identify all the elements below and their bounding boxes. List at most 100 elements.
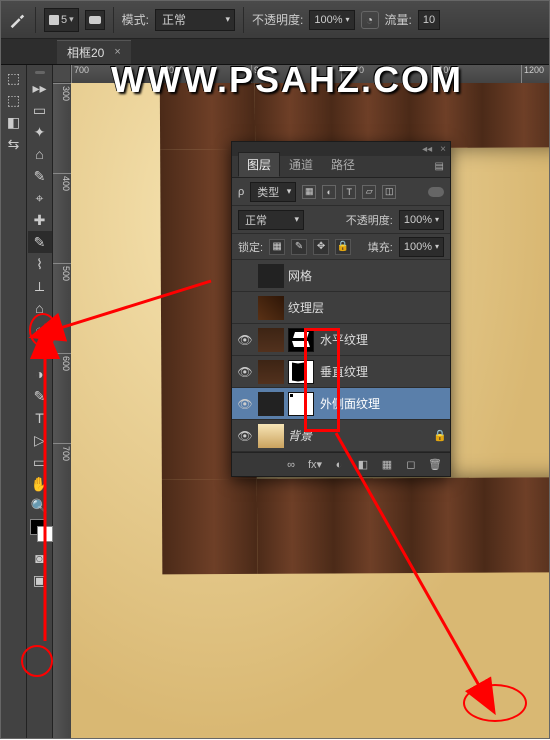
layer-thumbnail[interactable] <box>258 296 284 320</box>
tool-button[interactable]: 🔍 <box>28 495 52 517</box>
lock-all-icon[interactable]: 🔒 <box>335 239 351 255</box>
search-icon[interactable]: ρ <box>238 186 244 198</box>
lock-position-icon[interactable]: ✥ <box>313 239 329 255</box>
ruler-vertical[interactable]: 300400500600700 <box>53 83 71 738</box>
filter-type-icon[interactable]: T <box>342 185 356 199</box>
collapse-icon[interactable]: ◂◂ <box>422 144 432 155</box>
tool-button[interactable]: ▭ <box>28 451 52 473</box>
tool-button[interactable]: ▸▸ <box>28 77 52 99</box>
options-bar: 5 ▾ 模式: 正常 不透明度: 100%▾ ◔ 流量: 10 <box>1 1 549 39</box>
tool-button[interactable]: ⌖ <box>28 187 52 209</box>
layer-name[interactable]: 水平纹理 <box>320 331 450 348</box>
lock-transparency-icon[interactable]: ▦ <box>269 239 285 255</box>
tool-button[interactable]: ⟂ <box>28 275 52 297</box>
visibility-toggle[interactable]: 👁 <box>232 365 258 379</box>
layer-row[interactable]: 👁 水平纹理 <box>232 324 450 356</box>
layers-panel[interactable]: ◂◂× 图层 通道 路径 ▤ ρ 类型 ▦ ◐ T ▱ ◫ 正常 不透明度: 1… <box>231 141 451 477</box>
lock-icon: 🔒 <box>430 429 450 442</box>
opacity-value[interactable]: 100%▾ <box>309 10 354 30</box>
layer-name[interactable]: 纹理层 <box>288 299 450 316</box>
visibility-toggle[interactable]: 👁 <box>232 397 258 411</box>
tool-button[interactable]: ✎ <box>28 165 52 187</box>
tool-button[interactable]: ▷ <box>28 429 52 451</box>
layer-thumbnail[interactable] <box>258 328 284 352</box>
layer-mask-thumbnail[interactable] <box>288 328 314 352</box>
close-icon[interactable]: × <box>114 46 120 58</box>
fill-value[interactable]: 100%▾ <box>399 237 444 257</box>
document-tab[interactable]: 相框20 × <box>57 40 131 64</box>
screenmode-button[interactable]: ▣ <box>28 569 52 591</box>
tool-button[interactable]: ◌ <box>28 319 52 341</box>
panel-icon[interactable]: ◧ <box>2 111 26 133</box>
layer-thumbnail[interactable] <box>258 424 284 448</box>
tool-button[interactable]: ✎ <box>28 385 52 407</box>
layer-blend-dropdown[interactable]: 正常 <box>238 210 304 230</box>
layers-footer-button[interactable]: ∞ <box>284 458 298 472</box>
layer-opacity-value[interactable]: 100%▾ <box>399 210 444 230</box>
layers-footer-button[interactable]: ▦ <box>380 458 394 472</box>
filter-kind-dropdown[interactable]: 类型 <box>250 182 296 202</box>
layer-thumbnail[interactable] <box>258 264 284 288</box>
photoshop-window: 5 ▾ 模式: 正常 不透明度: 100%▾ ◔ 流量: 10 相框20 × ⬚… <box>0 0 550 739</box>
layer-name[interactable]: 背景 <box>288 427 430 444</box>
filter-adjust-icon[interactable]: ◐ <box>322 185 336 199</box>
layers-footer-button[interactable]: ◻ <box>404 458 418 472</box>
layer-mask-thumbnail[interactable] <box>288 360 314 384</box>
layer-row[interactable]: 👁 外侧面纹理 <box>232 388 450 420</box>
layer-thumbnail[interactable] <box>258 392 284 416</box>
panel-icon[interactable]: ⬚ <box>2 67 26 89</box>
pressure-opacity-icon[interactable]: ◔ <box>361 11 379 29</box>
ruler-origin[interactable] <box>53 65 71 83</box>
lock-pixels-icon[interactable]: ✎ <box>291 239 307 255</box>
flow-value[interactable]: 10 <box>418 10 440 30</box>
blend-mode-dropdown[interactable]: 正常 <box>155 9 235 31</box>
filter-toggle[interactable] <box>428 187 444 197</box>
layers-footer-button[interactable]: ◐ <box>332 458 346 472</box>
filter-pixel-icon[interactable]: ▦ <box>302 185 316 199</box>
panel-menu-icon[interactable]: ▤ <box>429 161 450 172</box>
tool-button[interactable]: ⌇ <box>28 253 52 275</box>
visibility-toggle[interactable]: 👁 <box>232 429 258 443</box>
layers-footer-button[interactable]: 🗑 <box>428 458 442 472</box>
layers-footer-button[interactable]: fx▾ <box>308 458 322 472</box>
layer-row[interactable]: 👁 垂直纹理 <box>232 356 450 388</box>
filter-shape-icon[interactable]: ▱ <box>362 185 376 199</box>
layer-thumbnail[interactable] <box>258 360 284 384</box>
tool-button[interactable]: ◑ <box>28 363 52 385</box>
filter-smart-icon[interactable]: ◫ <box>382 185 396 199</box>
layer-row[interactable]: 纹理层 <box>232 292 450 324</box>
panel-grip[interactable] <box>28 67 52 77</box>
ruler-horizontal[interactable]: 700800900100011001200 <box>71 65 549 83</box>
tool-button[interactable]: T <box>28 407 52 429</box>
tool-button[interactable]: ▭ <box>28 99 52 121</box>
tab-layers[interactable]: 图层 <box>238 152 280 177</box>
tool-button[interactable]: ✦ <box>28 121 52 143</box>
layer-name[interactable]: 外侧面纹理 <box>320 395 450 412</box>
tab-paths[interactable]: 路径 <box>322 152 364 177</box>
opacity-label: 不透明度: <box>252 11 303 28</box>
quickmask-button[interactable]: ◙ <box>28 547 52 569</box>
tab-channels[interactable]: 通道 <box>280 152 322 177</box>
tool-button[interactable]: ⌂ <box>28 297 52 319</box>
panel-icon[interactable]: ⇆ <box>2 133 26 155</box>
tablet-pressure-toggle[interactable] <box>85 10 105 30</box>
layer-name[interactable]: 垂直纹理 <box>320 363 450 380</box>
brush-size-picker[interactable]: 5 ▾ <box>44 8 79 32</box>
visibility-toggle[interactable]: 👁 <box>232 333 258 347</box>
layer-name[interactable]: 网格 <box>288 267 450 284</box>
tool-button[interactable]: ✋ <box>28 473 52 495</box>
tool-button[interactable]: ✚ <box>28 209 52 231</box>
tool-button[interactable]: ✎ <box>28 231 52 253</box>
layer-row[interactable]: 网格 <box>232 260 450 292</box>
panel-icon[interactable]: ⬚ <box>2 89 26 111</box>
layers-footer-button[interactable]: ◧ <box>356 458 370 472</box>
brush-tool-icon[interactable] <box>7 10 27 30</box>
tool-button[interactable]: ⌂ <box>28 143 52 165</box>
color-swatches[interactable] <box>28 519 52 547</box>
layer-mask-thumbnail[interactable] <box>288 392 314 416</box>
tool-button[interactable]: △ <box>28 341 52 363</box>
layer-row[interactable]: 👁 背景🔒 <box>232 420 450 452</box>
background-swatch[interactable] <box>37 526 53 542</box>
close-icon[interactable]: × <box>440 144 446 155</box>
ruler-tick: 500 <box>53 263 71 353</box>
